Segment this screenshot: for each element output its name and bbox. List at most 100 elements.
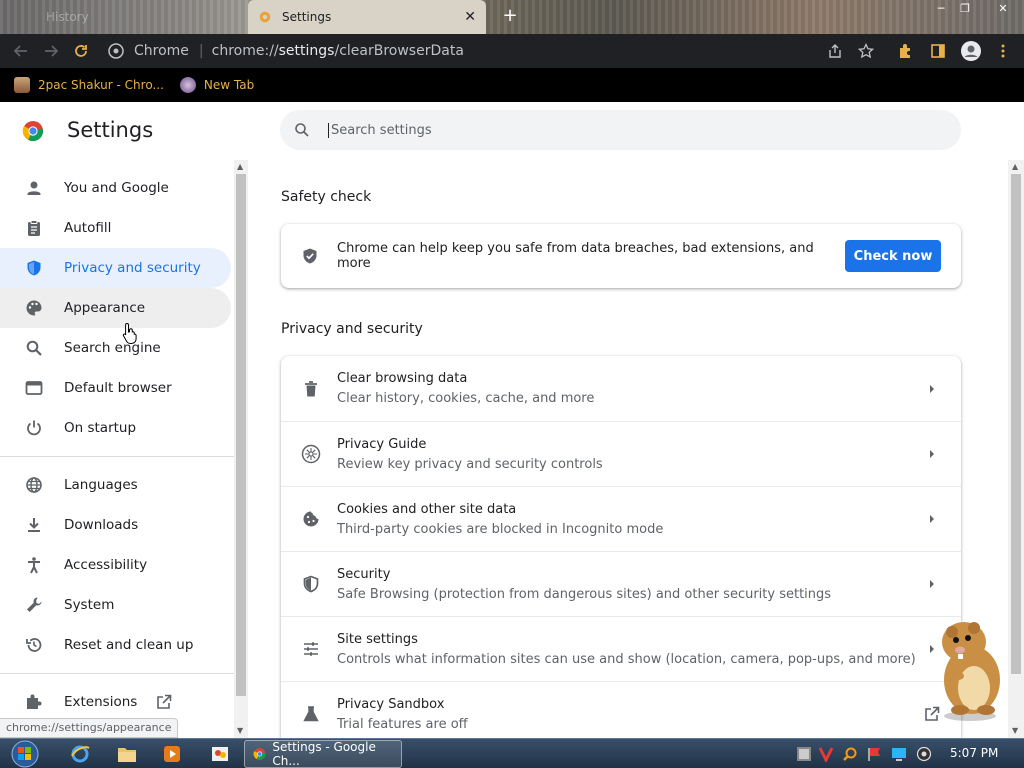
sidebar-item-reset-and-clean-up[interactable]: Reset and clean up bbox=[0, 625, 231, 665]
row-title: Privacy Sandbox bbox=[337, 696, 445, 712]
tab-settings[interactable]: Settings ✕ bbox=[248, 0, 486, 34]
clipboard-icon bbox=[24, 218, 44, 238]
back-arrow-icon bbox=[13, 45, 27, 57]
bookmark-item[interactable]: 2pac Shakur - Chro... bbox=[14, 77, 164, 93]
scroll-down-arrow-icon[interactable]: ▼ bbox=[1012, 726, 1018, 735]
privacy-and-security-card: Clear browsing data Clear history, cookie… bbox=[281, 356, 961, 738]
address-bar[interactable]: Chrome | chrome://settings/clearBrowserD… bbox=[108, 37, 888, 65]
side-panel-icon[interactable] bbox=[929, 42, 947, 60]
forward-button[interactable] bbox=[36, 36, 66, 66]
sidebar-item-label: Appearance bbox=[64, 300, 146, 316]
bookmark-star-icon[interactable] bbox=[857, 42, 875, 60]
chrome-taskbar-button[interactable]: Settings - Google Ch... bbox=[244, 740, 402, 768]
restore-icon bbox=[24, 635, 44, 655]
bookmark-favicon-icon bbox=[179, 77, 196, 93]
row-subtitle: Trial features are off bbox=[337, 716, 468, 732]
row-subtitle: Review key privacy and security controls bbox=[337, 456, 603, 472]
sidebar-item-label: Default browser bbox=[64, 380, 172, 396]
chevron-right-icon bbox=[917, 579, 947, 589]
bookmarks-bar: 2pac Shakur - Chro... New Tab bbox=[0, 68, 1024, 102]
chrome-logo-icon bbox=[22, 121, 44, 142]
row-site-settings[interactable]: Site settings Controls what information s… bbox=[281, 616, 961, 681]
sidebar-item-system[interactable]: System bbox=[0, 585, 231, 625]
search-settings-input[interactable] bbox=[328, 122, 908, 138]
open-in-new-icon bbox=[155, 693, 173, 711]
file-explorer-taskbar-icon[interactable] bbox=[107, 742, 147, 766]
sidebar-item-privacy-and-security[interactable]: Privacy and security bbox=[0, 248, 231, 288]
tab-title: Settings bbox=[282, 10, 332, 24]
row-subtitle: Safe Browsing (protection from dangerous… bbox=[337, 586, 832, 602]
tray-monitor-icon[interactable] bbox=[891, 746, 907, 762]
maximize-button[interactable]: ❐ bbox=[954, 2, 976, 16]
site-chip-label: Chrome bbox=[134, 43, 189, 59]
main-scrollbar[interactable]: ▲ ▼ bbox=[1008, 160, 1024, 738]
sidebar-item-label: Search engine bbox=[64, 340, 161, 356]
menu-kebab-icon[interactable] bbox=[994, 42, 1012, 60]
sidebar-item-accessibility[interactable]: Accessibility bbox=[0, 545, 231, 585]
scroll-up-arrow-icon[interactable]: ▲ bbox=[1012, 162, 1018, 171]
row-title: Clear browsing data bbox=[337, 371, 468, 386]
sidebar-scroll-thumb[interactable] bbox=[236, 174, 246, 696]
start-button[interactable] bbox=[6, 739, 44, 768]
paint-taskbar-icon[interactable] bbox=[200, 742, 240, 766]
share-icon[interactable] bbox=[826, 42, 844, 60]
close-tab-icon[interactable]: ✕ bbox=[464, 9, 476, 25]
media-player-taskbar-icon[interactable] bbox=[152, 742, 192, 766]
close-window-button[interactable]: ✕ bbox=[992, 2, 1014, 16]
sidebar-item-downloads[interactable]: Downloads bbox=[0, 505, 231, 545]
internet-explorer-taskbar-icon[interactable] bbox=[60, 742, 100, 766]
profile-avatar-icon[interactable] bbox=[960, 40, 982, 62]
wrench-icon bbox=[24, 595, 44, 615]
row-title: Privacy Guide bbox=[337, 436, 427, 452]
system-clock[interactable]: 5:07 PM bbox=[950, 746, 998, 760]
back-button[interactable] bbox=[6, 36, 36, 66]
sidebar-item-label: You and Google bbox=[64, 180, 169, 196]
tray-volume-icon[interactable] bbox=[916, 746, 932, 762]
sidebar-item-extensions[interactable]: Extensions bbox=[0, 682, 231, 722]
tray-app-icon[interactable] bbox=[796, 746, 812, 762]
row-privacy-sandbox[interactable]: Privacy Sandbox Trial features are off bbox=[281, 681, 961, 738]
minimize-button[interactable]: ─ bbox=[930, 2, 952, 16]
sidebar-item-default-browser[interactable]: Default browser bbox=[0, 368, 231, 408]
sidebar-scrollbar[interactable]: ▲ ▼ bbox=[234, 160, 248, 738]
extensions-puzzle-icon[interactable] bbox=[897, 42, 915, 60]
sidebar-item-appearance[interactable]: Appearance bbox=[0, 288, 231, 328]
shield-icon bbox=[301, 574, 321, 594]
person-icon bbox=[24, 178, 44, 198]
row-privacy-guide[interactable]: Privacy Guide Review key privacy and secu… bbox=[281, 421, 961, 486]
shield-check-icon bbox=[301, 246, 321, 266]
new-tab-button[interactable]: + bbox=[500, 6, 520, 26]
row-security[interactable]: Security Safe Browsing (protection from d… bbox=[281, 551, 961, 616]
scroll-up-arrow-icon[interactable]: ▲ bbox=[237, 162, 243, 171]
chrome-logo-icon bbox=[253, 748, 266, 760]
windows-taskbar: Settings - Google Ch... 5:07 PM bbox=[0, 738, 1024, 768]
sidebar-item-autofill[interactable]: Autofill bbox=[0, 208, 231, 248]
sidebar-item-search-engine[interactable]: Search engine bbox=[0, 328, 231, 368]
row-clear-browsing-data[interactable]: Clear browsing data Clear history, cookie… bbox=[281, 356, 961, 421]
main-scroll-thumb[interactable] bbox=[1011, 174, 1021, 674]
sidebar-item-you-and-google[interactable]: You and Google bbox=[0, 168, 231, 208]
sidebar-divider bbox=[0, 673, 234, 674]
sidebar-item-label: Privacy and security bbox=[64, 260, 201, 276]
tab-history[interactable]: History bbox=[0, 0, 246, 34]
sidebar-item-label: Extensions bbox=[64, 694, 138, 710]
chevron-right-icon bbox=[917, 384, 947, 394]
trash-icon bbox=[301, 379, 321, 399]
scroll-down-arrow-icon[interactable]: ▼ bbox=[237, 726, 243, 735]
privacy-and-security-heading: Privacy and security bbox=[281, 321, 423, 337]
search-settings-box[interactable] bbox=[280, 110, 961, 150]
hamster-mascot-icon bbox=[942, 622, 1000, 721]
sidebar-item-on-startup[interactable]: On startup bbox=[0, 408, 231, 448]
tray-search-icon[interactable] bbox=[842, 746, 858, 762]
check-now-button[interactable]: Check now bbox=[845, 240, 941, 272]
chevron-right-icon bbox=[917, 449, 947, 459]
bookmark-item[interactable]: New Tab bbox=[179, 77, 254, 93]
sidebar-item-label: System bbox=[64, 597, 115, 613]
reload-button[interactable] bbox=[66, 36, 96, 66]
sidebar-item-languages[interactable]: Languages bbox=[0, 465, 231, 505]
row-cookies-and-site-data[interactable]: Cookies and other site data Third-party c… bbox=[281, 486, 961, 551]
hand-cursor-icon bbox=[122, 322, 137, 344]
chrome-site-icon bbox=[108, 43, 124, 59]
tray-antivirus-icon[interactable] bbox=[818, 746, 834, 762]
tray-flag-icon[interactable] bbox=[866, 746, 882, 762]
